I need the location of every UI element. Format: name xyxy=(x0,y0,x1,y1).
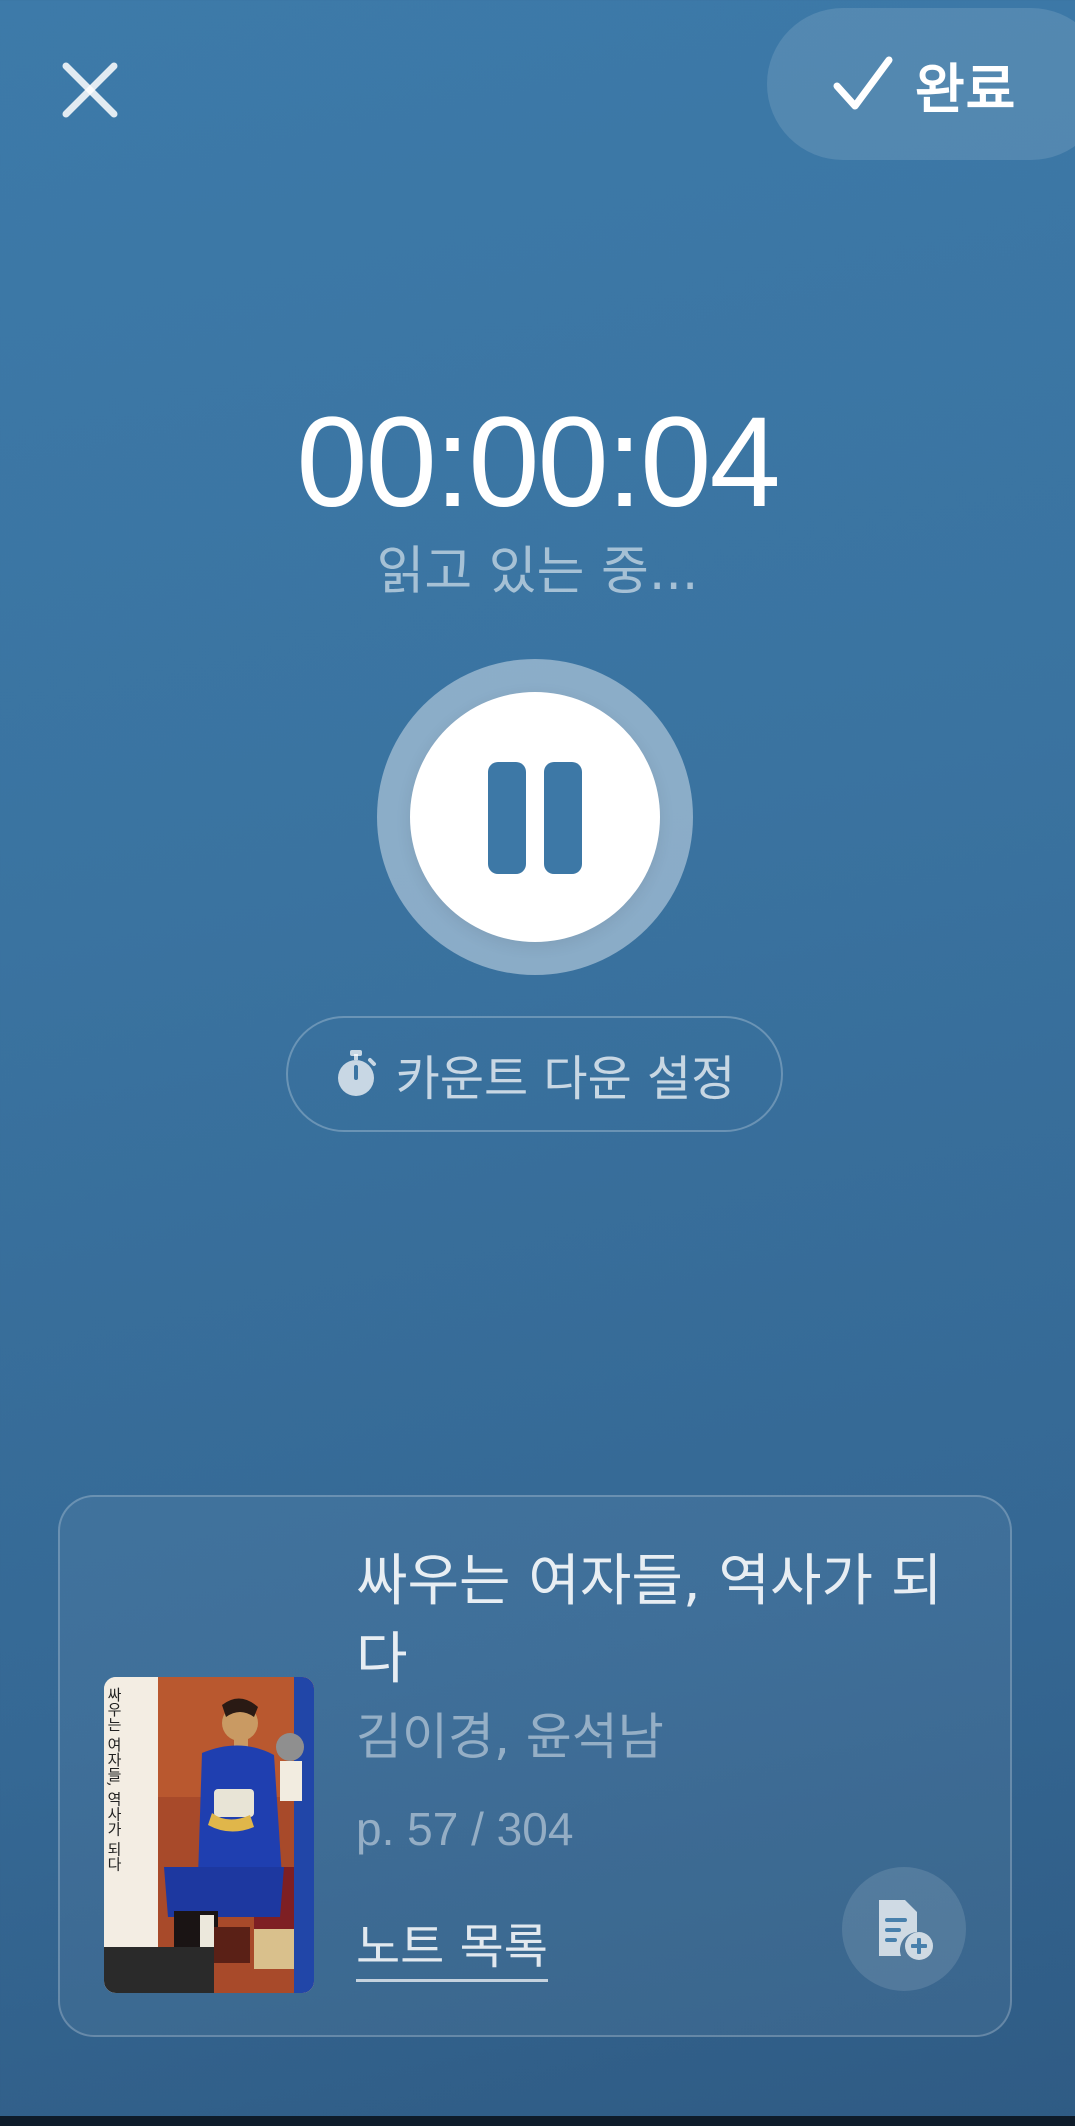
page-progress: p. 57 / 304 xyxy=(356,1803,574,1855)
close-icon xyxy=(62,62,118,118)
cover-title-text: 싸우는 여자들, 역사가 되다 xyxy=(105,1687,123,1871)
pause-button[interactable] xyxy=(410,692,660,942)
stopwatch-icon xyxy=(337,1050,376,1096)
add-note-icon xyxy=(879,1900,933,1960)
notes-list-link[interactable]: 노트 목록 xyxy=(356,1917,548,1982)
done-label: 완료 xyxy=(915,57,1017,121)
countdown-setting-button[interactable]: 카운트 다운 설정 xyxy=(286,1016,783,1132)
add-note-button[interactable] xyxy=(842,1867,966,1991)
book-cover: 싸우는 여자들, 역사가 되다 xyxy=(104,1677,314,1993)
countdown-setting-label: 카운트 다운 설정 xyxy=(395,1051,736,1107)
book-authors: 김이경, 윤석남 xyxy=(356,1708,664,1766)
system-navigation-bar xyxy=(0,2116,1075,2126)
book-title: 싸우는 여자들, 역사가 되다 xyxy=(356,1549,943,1692)
done-button[interactable]: 완료 xyxy=(767,8,1075,160)
elapsed-timer: 00:00:04 xyxy=(296,391,780,534)
current-book-card[interactable]: 싸우는 여자들, 역사가 되다 싸우는 여자들, 역사가 되다 김이경, 윤석남… xyxy=(58,1495,1012,2037)
reading-status: 읽고 있는 중... xyxy=(376,542,699,602)
close-button[interactable] xyxy=(58,58,122,122)
check-icon xyxy=(833,56,893,110)
